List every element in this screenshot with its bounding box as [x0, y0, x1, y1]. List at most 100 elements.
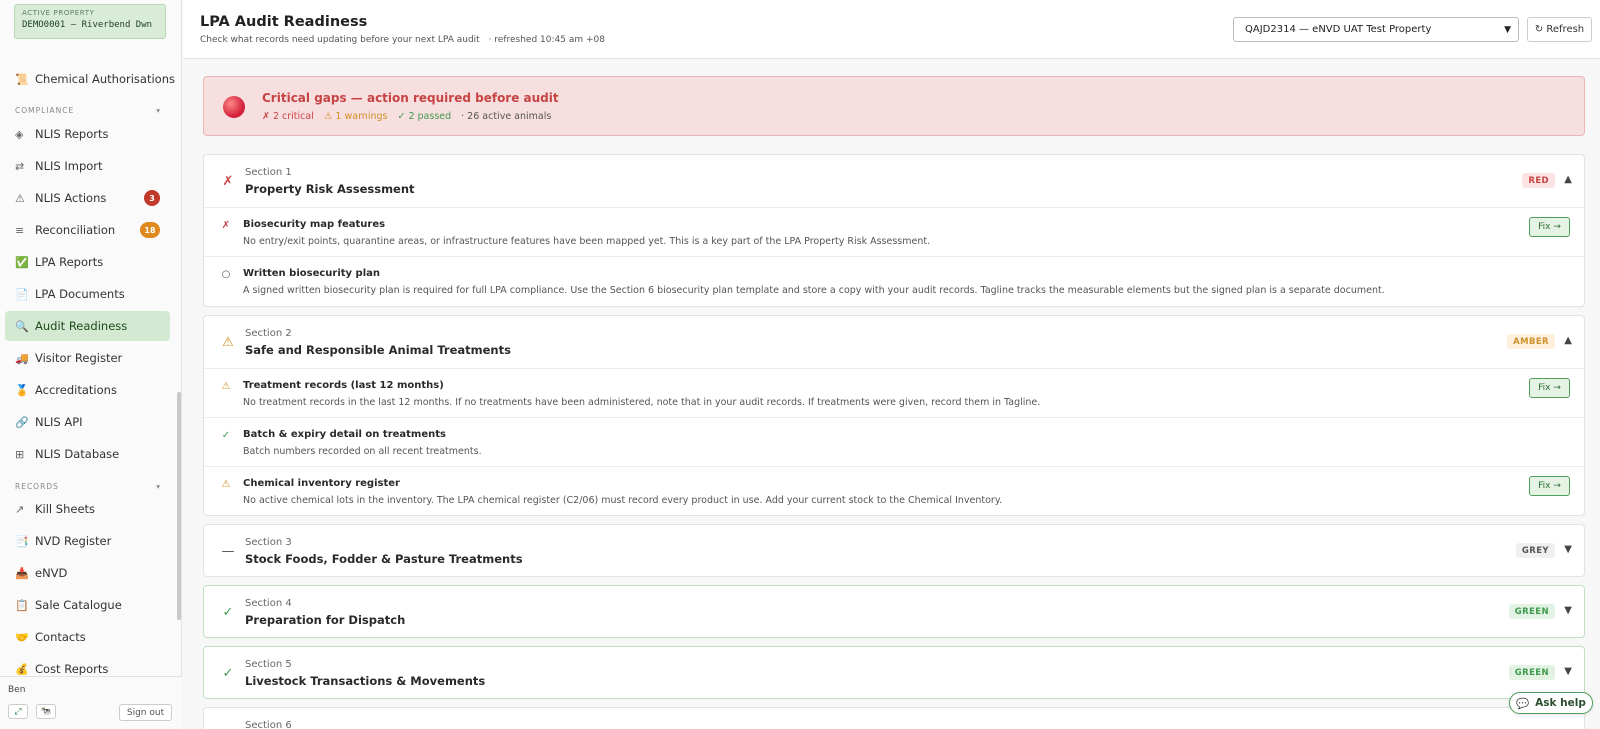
sidebar-item-nlis-actions[interactable]: ⚠ NLIS Actions 3 [5, 183, 170, 213]
money-bag-icon: 💰 [15, 662, 29, 676]
page-subtitle: Check what records need updating before … [200, 35, 605, 45]
sidebar-item-nvd-register[interactable]: 📑 NVD Register [5, 526, 170, 556]
sidebar-item-label: NLIS Reports [35, 127, 109, 141]
chevron-up-icon: ▲ [1564, 335, 1572, 346]
sidebar-nav: 📜 Chemical Authorisations COMPLIANCE ▾ ◈… [0, 62, 182, 675]
section-header-4[interactable]: ✓ Section 4 Preparation for Dispatch GRE… [204, 586, 1584, 638]
red-status-dot-icon [223, 96, 245, 118]
sidebar-item-cost-reports[interactable]: 💰 Cost Reports [5, 654, 170, 675]
warning-icon: ⚠ [15, 191, 25, 205]
grid-icon: ⊞ [15, 447, 25, 461]
check-item: ⚠ Treatment records (last 12 months) No … [204, 368, 1584, 417]
check-item: ⚠ Chemical inventory register No active … [204, 466, 1584, 515]
sidebar-item-label: Contacts [35, 630, 86, 644]
check-item-description: No active chemical lots in the inventory… [243, 495, 1003, 506]
check-item-title: Chemical inventory register [243, 478, 400, 489]
sidebar-item-lpa-documents[interactable]: 📄 LPA Documents [5, 279, 170, 309]
section-header-6[interactable]: Section 6 [204, 708, 1584, 729]
check-icon: ✓ [222, 605, 234, 620]
chevron-down-icon: ▾ [156, 482, 161, 491]
sidebar-item-label: Cost Reports [35, 662, 109, 675]
sidebar-item-visitor-register[interactable]: 🚚 Visitor Register [5, 343, 170, 373]
sidebar-item-label: Kill Sheets [35, 502, 96, 516]
warning-icon: ⚠ [221, 381, 231, 392]
sidebar-item-label: NLIS Import [35, 159, 103, 173]
count-badge: 3 [144, 190, 160, 206]
sidebar-item-sale-catalogue[interactable]: 📋 Sale Catalogue [5, 590, 170, 620]
active-animals-count: · 26 active animals [461, 111, 552, 122]
critical-alert: Critical gaps — action required before a… [203, 76, 1585, 136]
section-title: Preparation for Dispatch [245, 613, 406, 627]
sidebar-item-audit-readiness[interactable]: 🔍 Audit Readiness [5, 311, 170, 341]
section-number: Section 1 [245, 167, 292, 178]
section-header-5[interactable]: ✓ Section 5 Livestock Transactions & Mov… [204, 647, 1584, 699]
section-header-1[interactable]: ✗ Section 1 Property Risk Assessment RED… [204, 155, 1584, 207]
sidebar-item-label: NLIS API [35, 415, 83, 429]
nav-section-compliance[interactable]: COMPLIANCE ▾ [15, 106, 161, 115]
sidebar-item-reconciliation[interactable]: ≡ Reconciliation 18 [5, 215, 170, 245]
section-title: Property Risk Assessment [245, 182, 415, 196]
refreshed-timestamp: · refreshed 10:45 am +08 [488, 35, 605, 45]
section-header-2[interactable]: ⚠ Section 2 Safe and Responsible Animal … [204, 316, 1584, 368]
refresh-button[interactable]: ↻ Refresh [1527, 17, 1592, 42]
sidebar-item-contacts[interactable]: 🤝 Contacts [5, 622, 170, 652]
active-property-box[interactable]: ACTIVE PROPERTY DEMO0001 — Riverbend Dwn [14, 4, 166, 39]
sidebar-item-label: NLIS Actions [35, 191, 107, 205]
section-card-2: ⚠ Section 2 Safe and Responsible Animal … [203, 315, 1585, 516]
status-badge: AMBER [1507, 334, 1555, 349]
sidebar-scrollbar[interactable] [177, 392, 181, 620]
section-card-1: ✗ Section 1 Property Risk Assessment RED… [203, 154, 1585, 307]
sidebar-item-lpa-reports[interactable]: ✅ LPA Reports [5, 247, 170, 277]
chevron-down-icon: ▾ [156, 106, 161, 115]
property-select[interactable]: QAJD2314 — eNVD UAT Test Property ▼ [1233, 17, 1519, 42]
check-item-title: Biosecurity map features [243, 219, 386, 230]
passed-count: ✓ 2 passed [397, 111, 452, 122]
expand-icon[interactable]: ⤢ [8, 704, 28, 719]
active-property-caption: ACTIVE PROPERTY [22, 9, 95, 17]
cross-icon: ✗ [222, 174, 234, 189]
chevron-down-icon: ▼ [1504, 25, 1511, 35]
fix-button[interactable]: Fix → [1529, 217, 1570, 237]
chevron-up-icon: ▲ [1564, 174, 1572, 185]
chat-bubble-icon: 💬 [1516, 697, 1530, 710]
scroll-icon: 📜 [15, 72, 29, 86]
nav-section-records[interactable]: RECORDS ▾ [15, 482, 161, 491]
check-item-description: No entry/exit points, quarantine areas, … [243, 236, 931, 247]
warning-icon: ⚠ [221, 479, 231, 490]
check-icon: ✓ [221, 430, 231, 441]
document-icon: 📑 [15, 534, 29, 548]
sidebar-item-nlis-import[interactable]: ⇄ NLIS Import [5, 151, 170, 181]
sidebar-item-nlis-api[interactable]: 🔗 NLIS API [5, 407, 170, 437]
sidebar-item-chemical-authorisations[interactable]: 📜 Chemical Authorisations [5, 64, 175, 94]
cow-icon[interactable]: 🐄 [36, 704, 56, 719]
sign-out-button[interactable]: Sign out [119, 704, 172, 721]
check-item: ✓ Batch & expiry detail on treatments Ba… [204, 417, 1584, 466]
link-icon: 🔗 [15, 415, 29, 429]
section-title: Stock Foods, Fodder & Pasture Treatments [245, 552, 523, 566]
sidebar-item-label: Chemical Authorisations [35, 72, 175, 86]
sidebar-item-nlis-reports[interactable]: ◈ NLIS Reports [5, 119, 170, 149]
nav-section-records-label: RECORDS [15, 482, 59, 491]
fix-button[interactable]: Fix → [1529, 378, 1570, 398]
check-item: ✗ Biosecurity map features No entry/exit… [204, 207, 1584, 256]
dash-icon: — [221, 544, 235, 559]
section-header-3[interactable]: — Section 3 Stock Foods, Fodder & Pastur… [204, 525, 1584, 577]
fix-button[interactable]: Fix → [1529, 476, 1570, 496]
sidebar-item-nlis-database[interactable]: ⊞ NLIS Database [5, 439, 170, 469]
sidebar-item-label: LPA Documents [35, 287, 125, 301]
active-property-value: DEMO0001 — Riverbend Dwn [22, 20, 153, 30]
handshake-icon: 🤝 [15, 630, 29, 644]
sidebar-item-envd[interactable]: 📥 eNVD [5, 558, 170, 588]
sidebar-item-accreditations[interactable]: 🏅 Accreditations [5, 375, 170, 405]
sidebar-item-kill-sheets[interactable]: ↗ Kill Sheets [5, 494, 170, 524]
warning-icon: ⚠ [222, 335, 234, 350]
sidebar-item-label: LPA Reports [35, 255, 104, 269]
ask-help-button[interactable]: 💬 Ask help [1509, 692, 1593, 714]
section-title: Livestock Transactions & Movements [245, 674, 486, 688]
count-badge: 18 [140, 222, 160, 238]
chevron-down-icon: ▼ [1564, 544, 1572, 555]
page-title: LPA Audit Readiness [200, 14, 368, 30]
sidebar-item-label: NLIS Database [35, 447, 120, 461]
nav-section-compliance-label: COMPLIANCE [15, 106, 75, 115]
check-item-description: A signed written biosecurity plan is req… [243, 285, 1385, 296]
